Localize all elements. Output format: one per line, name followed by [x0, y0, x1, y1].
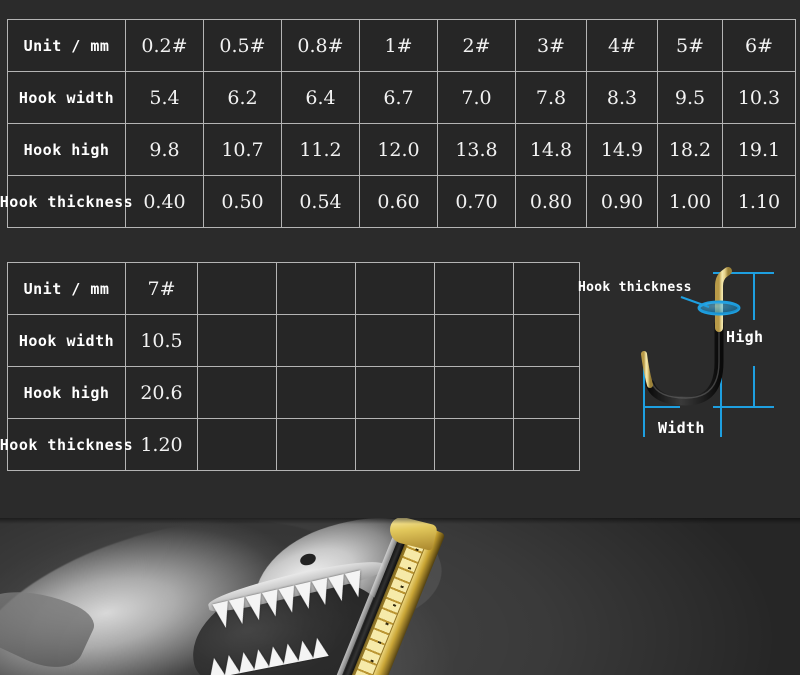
cell2-width-5 — [513, 314, 580, 367]
cell2-unit-4 — [434, 262, 514, 315]
cell2-thickness-5 — [513, 418, 580, 471]
diagram-label-high: High — [726, 328, 764, 346]
cell2-width-4 — [434, 314, 514, 367]
cell-thickness-2: 0.54 — [281, 175, 360, 228]
cell2-thickness-3 — [355, 418, 435, 471]
cell-width-5: 7.8 — [515, 71, 587, 124]
cell-unit-4: 2# — [437, 19, 516, 72]
cell2-unit-5 — [513, 262, 580, 315]
cell-width-0: 5.4 — [125, 71, 204, 124]
cell-high-2: 11.2 — [281, 123, 360, 176]
cell2-high-3 — [355, 366, 435, 419]
cell-unit-5: 3# — [515, 19, 587, 72]
row-label-hook-width: Hook width — [7, 71, 126, 124]
cell2-high-4 — [434, 366, 514, 419]
photo-top-shadow — [0, 518, 800, 524]
spec-panel: Unit / mm 0.2# 0.5# 0.8# 1# 2# 3# 4# 5# … — [0, 0, 800, 518]
diagram-label-width: Width — [658, 419, 705, 437]
cell-unit-1: 0.5# — [203, 19, 282, 72]
cell2-width-2 — [276, 314, 356, 367]
table-row: Unit / mm 0.2# 0.5# 0.8# 1# 2# 3# 4# 5# … — [7, 19, 796, 72]
cell2-thickness-0: 1.20 — [125, 418, 198, 471]
cell-width-8: 10.3 — [722, 71, 796, 124]
cell-thickness-7: 1.00 — [657, 175, 723, 228]
row-label-unit-2: Unit / mm — [7, 262, 126, 315]
cell2-high-0: 20.6 — [125, 366, 198, 419]
cell-high-1: 10.7 — [203, 123, 282, 176]
hook-dimension-diagram: Hook thickness High Width — [578, 262, 793, 462]
cell2-high-2 — [276, 366, 356, 419]
cell-high-7: 18.2 — [657, 123, 723, 176]
hook-shank-gold — [715, 267, 732, 332]
cell-width-7: 9.5 — [657, 71, 723, 124]
cell-unit-2: 0.8# — [281, 19, 360, 72]
cell-unit-8: 6# — [722, 19, 796, 72]
row-label-unit: Unit / mm — [7, 19, 126, 72]
cell2-unit-1 — [197, 262, 277, 315]
cell-thickness-6: 0.90 — [586, 175, 658, 228]
table-row: Unit / mm 7# — [7, 262, 580, 315]
cell-unit-3: 1# — [359, 19, 438, 72]
row-label-hook-width-2: Hook width — [7, 314, 126, 367]
cell2-high-5 — [513, 366, 580, 419]
cell2-width-1 — [197, 314, 277, 367]
row-label-hook-high: Hook high — [7, 123, 126, 176]
cell-thickness-5: 0.80 — [515, 175, 587, 228]
cell2-unit-3 — [355, 262, 435, 315]
cell-thickness-4: 0.70 — [437, 175, 516, 228]
diagram-label-hook-thickness: Hook thickness — [578, 280, 692, 295]
cell-high-8: 19.1 — [722, 123, 796, 176]
cell2-unit-0: 7# — [125, 262, 198, 315]
cell2-thickness-4 — [434, 418, 514, 471]
cell2-thickness-2 — [276, 418, 356, 471]
cell-width-4: 7.0 — [437, 71, 516, 124]
cell2-high-1 — [197, 366, 277, 419]
cell2-width-3 — [355, 314, 435, 367]
cell2-width-0: 10.5 — [125, 314, 198, 367]
table-row: Hook width 10.5 — [7, 314, 580, 367]
cell-high-6: 14.9 — [586, 123, 658, 176]
table-row: Hook width 5.4 6.2 6.4 6.7 7.0 7.8 8.3 9… — [7, 71, 796, 124]
row-label-hook-high-2: Hook high — [7, 366, 126, 419]
table-row: Hook thickness 0.40 0.50 0.54 0.60 0.70 … — [0, 175, 796, 228]
cell-unit-6: 4# — [586, 19, 658, 72]
cell-width-6: 8.3 — [586, 71, 658, 124]
cell2-thickness-1 — [197, 418, 277, 471]
photo-vignette — [0, 518, 800, 675]
cell-thickness-1: 0.50 — [203, 175, 282, 228]
cell-high-3: 12.0 — [359, 123, 438, 176]
cell-width-1: 6.2 — [203, 71, 282, 124]
cell-width-2: 6.4 — [281, 71, 360, 124]
cell-unit-7: 5# — [657, 19, 723, 72]
product-spec-page: Unit / mm 0.2# 0.5# 0.8# 1# 2# 3# 4# 5# … — [0, 0, 800, 675]
table-row: Hook high 9.8 10.7 11.2 12.0 13.8 14.8 1… — [7, 123, 796, 176]
hook-size-table-continued: Unit / mm 7# Hook width 10.5 Hook high 2… — [0, 262, 580, 471]
row-label-hook-thickness-2: Hook thickness — [0, 418, 133, 471]
table-row: Hook thickness 1.20 — [0, 418, 580, 471]
row-label-hook-thickness: Hook thickness — [0, 175, 133, 228]
table-row: Hook high 20.6 — [7, 366, 580, 419]
cell-thickness-8: 1.10 — [722, 175, 796, 228]
product-photo — [0, 518, 800, 675]
cell-unit-0: 0.2# — [125, 19, 204, 72]
cell-high-5: 14.8 — [515, 123, 587, 176]
cell-thickness-3: 0.60 — [359, 175, 438, 228]
cell-thickness-0: 0.40 — [125, 175, 204, 228]
cell-high-0: 9.8 — [125, 123, 204, 176]
hook-body — [645, 319, 724, 406]
cell-width-3: 6.7 — [359, 71, 438, 124]
cell-high-4: 13.8 — [437, 123, 516, 176]
hook-size-table-main: Unit / mm 0.2# 0.5# 0.8# 1# 2# 3# 4# 5# … — [0, 19, 796, 228]
thickness-indicator — [680, 296, 741, 316]
cell2-unit-2 — [276, 262, 356, 315]
